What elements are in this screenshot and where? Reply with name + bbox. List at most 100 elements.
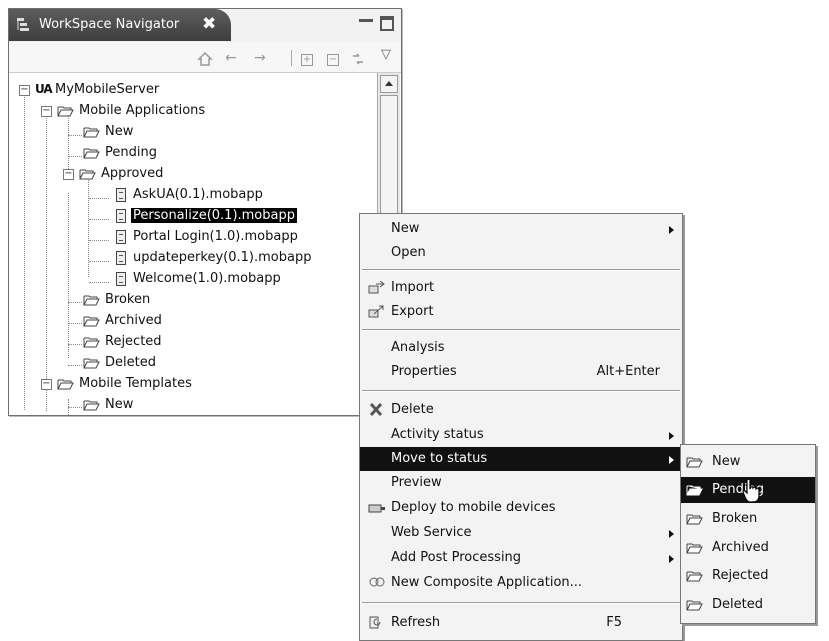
delete-icon bbox=[369, 403, 383, 416]
maximize-icon[interactable] bbox=[380, 16, 394, 31]
submenu-item-rejected[interactable]: Rejected bbox=[681, 563, 815, 589]
menu-item-preview[interactable]: Preview bbox=[360, 471, 682, 495]
hand-cursor-icon bbox=[742, 478, 760, 503]
submenu-arrow-icon bbox=[669, 555, 674, 563]
menu-item-deploy[interactable]: Deploy to mobile devices bbox=[360, 496, 682, 520]
minimize-icon[interactable] bbox=[359, 15, 373, 22]
menu-item-properties[interactable]: Properties Alt+Enter bbox=[360, 360, 682, 384]
tree-node-new[interactable]: New bbox=[9, 123, 369, 142]
menu-item-label: Refresh bbox=[391, 615, 441, 630]
menu-item-label: Activity status bbox=[391, 427, 484, 442]
menu-item-label: Export bbox=[391, 304, 434, 319]
collapse-toggle-icon[interactable]: − bbox=[19, 85, 30, 96]
menu-item-label: Open bbox=[391, 245, 426, 260]
refresh-icon bbox=[369, 616, 381, 629]
menu-item-open[interactable]: Open bbox=[360, 241, 682, 265]
tree-node-archived[interactable]: Archived bbox=[9, 312, 369, 331]
folder-icon bbox=[83, 295, 100, 306]
forward-icon[interactable]: → bbox=[254, 51, 266, 65]
menu-item-label: Add Post Processing bbox=[391, 550, 522, 565]
menu-separator bbox=[362, 329, 680, 331]
menu-item-activity-status[interactable]: Activity status bbox=[360, 423, 682, 447]
folder-open-icon bbox=[57, 106, 74, 117]
collapse-toggle-icon[interactable]: − bbox=[41, 379, 52, 390]
tree-node-label: Rejected bbox=[105, 334, 162, 349]
link-editor-icon[interactable] bbox=[351, 52, 365, 66]
tree-node-pending[interactable]: Pending bbox=[9, 144, 369, 163]
file-icon bbox=[116, 251, 126, 265]
import-icon bbox=[368, 281, 385, 294]
submenu-item-archived[interactable]: Archived bbox=[681, 535, 815, 561]
scroll-up-icon[interactable] bbox=[380, 75, 398, 93]
menu-item-import[interactable]: Import bbox=[360, 276, 682, 300]
navigator-tab[interactable]: WorkSpace Navigator ✖ bbox=[9, 9, 231, 41]
folder-icon bbox=[83, 358, 100, 369]
submenu-item-deleted[interactable]: Deleted bbox=[681, 592, 815, 618]
tree-node-mobile-applications[interactable]: − Mobile Applications bbox=[9, 102, 369, 121]
tree-node-label: Archived bbox=[105, 313, 162, 328]
view-menu-icon[interactable]: ▽ bbox=[381, 48, 391, 62]
menu-item-refresh[interactable]: Refresh F5 bbox=[360, 611, 682, 635]
toolbar-separator bbox=[291, 50, 292, 66]
navigator-titlebar: WorkSpace Navigator ✖ bbox=[9, 9, 401, 42]
submenu-item-broken[interactable]: Broken bbox=[681, 506, 815, 532]
submenu-item-new[interactable]: New bbox=[681, 449, 815, 475]
tree-node-label: Pending bbox=[105, 145, 157, 160]
tree-node-server[interactable]: − UA MyMobileServer bbox=[9, 81, 369, 100]
navigator-view-icon bbox=[17, 18, 29, 31]
menu-item-move-to-status[interactable]: Move to status bbox=[360, 447, 682, 471]
tree-node-approved[interactable]: − Approved bbox=[9, 165, 369, 184]
tree-node-label: Broken bbox=[105, 292, 151, 307]
menu-item-label: Delete bbox=[391, 402, 434, 417]
menu-item-web-service[interactable]: Web Service bbox=[360, 521, 682, 545]
collapse-toggle-icon[interactable]: − bbox=[63, 169, 74, 180]
menu-item-new[interactable]: New bbox=[360, 217, 682, 241]
tree-node-deleted[interactable]: Deleted bbox=[9, 354, 369, 373]
menu-item-analysis[interactable]: Analysis bbox=[360, 336, 682, 360]
tree-node-label: Portal Login(1.0).mobapp bbox=[133, 229, 298, 244]
menu-item-label: Web Service bbox=[391, 525, 472, 540]
tree-node-label: Welcome(1.0).mobapp bbox=[133, 271, 281, 286]
tree-node-file[interactable]: Portal Login(1.0).mobapp bbox=[9, 228, 369, 247]
folder-icon bbox=[83, 127, 100, 138]
tree-node-file[interactable]: AskUA(0.1).mobapp bbox=[9, 186, 369, 205]
menu-separator bbox=[362, 390, 680, 392]
menu-item-label: New bbox=[391, 221, 420, 236]
folder-icon bbox=[83, 316, 100, 327]
expand-all-icon[interactable]: + bbox=[301, 54, 313, 66]
folder-icon bbox=[686, 600, 703, 611]
menu-item-label: New Composite Application... bbox=[391, 575, 583, 590]
folder-icon bbox=[686, 457, 703, 468]
home-icon[interactable] bbox=[197, 51, 213, 67]
tree-node-label: updateperkey(0.1).mobapp bbox=[133, 250, 312, 265]
tree-node-label: New bbox=[105, 124, 134, 139]
menu-separator bbox=[362, 602, 680, 604]
collapse-toggle-icon[interactable]: − bbox=[41, 106, 52, 117]
tree-node-rejected[interactable]: Rejected bbox=[9, 333, 369, 352]
tree-node-file[interactable]: updateperkey(0.1).mobapp bbox=[9, 249, 369, 268]
tree-node-new[interactable]: New bbox=[9, 396, 369, 415]
folder-icon bbox=[83, 400, 100, 411]
folder-open-icon bbox=[57, 379, 74, 390]
tree-node-broken[interactable]: Broken bbox=[9, 291, 369, 310]
menu-item-label: Import bbox=[391, 280, 435, 295]
submenu-item-label: New bbox=[712, 454, 741, 469]
menu-item-add-post-processing[interactable]: Add Post Processing bbox=[360, 546, 682, 570]
back-icon[interactable]: ← bbox=[225, 51, 237, 65]
file-icon bbox=[116, 188, 126, 202]
tree-node-file-selected[interactable]: Personalize(0.1).mobapp bbox=[9, 207, 369, 226]
workspace-navigator-panel: WorkSpace Navigator ✖ ← → + − ▽ − UA MyM… bbox=[8, 8, 402, 416]
tree-node-label: Personalize(0.1).mobapp bbox=[131, 208, 297, 223]
tree-node-label: Deleted bbox=[105, 355, 156, 370]
menu-item-new-composite-application[interactable]: New Composite Application... bbox=[360, 571, 682, 595]
close-icon[interactable]: ✖ bbox=[202, 14, 216, 34]
menu-item-label: Preview bbox=[391, 475, 442, 490]
menu-item-delete[interactable]: Delete bbox=[360, 398, 682, 422]
submenu-item-label: Rejected bbox=[712, 568, 769, 583]
context-menu: New Open Import Export Analysis Properti… bbox=[359, 213, 683, 641]
tree-node-file[interactable]: Welcome(1.0).mobapp bbox=[9, 270, 369, 289]
collapse-all-icon[interactable]: − bbox=[327, 54, 339, 66]
menu-item-export[interactable]: Export bbox=[360, 300, 682, 324]
tree-node-mobile-templates[interactable]: − Mobile Templates bbox=[9, 375, 369, 394]
export-icon bbox=[368, 305, 384, 318]
